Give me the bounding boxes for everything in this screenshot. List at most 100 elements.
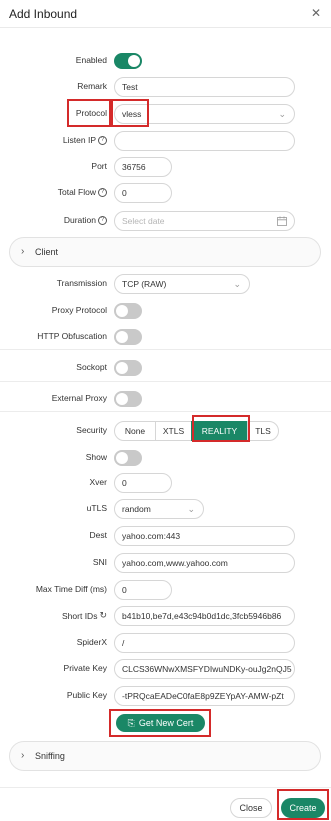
protocol-value-highlight <box>111 99 149 127</box>
divider <box>0 411 331 412</box>
help-icon: ? <box>98 135 107 145</box>
http-obfuscation-row: HTTP Obfuscation <box>0 327 331 347</box>
sniffing-section-label: Sniffing <box>35 751 65 761</box>
max-time-diff-label: Max Time Diff (ms) <box>35 584 107 594</box>
sni-row: SNI yahoo.com,www.yahoo.com <box>0 553 331 573</box>
security-option-xtls[interactable]: XTLS <box>155 421 192 441</box>
public-key-row: Public Key -tPRQcaEADeC0faE8p9ZEYpAY-AMW… <box>0 686 331 706</box>
create-highlight <box>277 789 329 820</box>
security-option-tls[interactable]: TLS <box>247 421 279 441</box>
security-row: Security None XTLS REALITY TLS <box>0 421 331 441</box>
total-flow-label: Total Flow? <box>58 187 107 197</box>
xver-label: Xver <box>89 477 107 487</box>
footer-divider <box>0 787 331 788</box>
spiderx-label: SpiderX <box>76 637 107 647</box>
enabled-toggle[interactable] <box>114 53 142 69</box>
duration-placeholder: Select date <box>122 216 165 226</box>
short-ids-label: Short IDs ↻ <box>62 610 107 621</box>
enabled-label: Enabled <box>75 55 107 65</box>
http-obfuscation-toggle[interactable] <box>114 329 142 345</box>
http-obfuscation-label: HTTP Obfuscation <box>37 331 107 341</box>
divider <box>0 349 331 350</box>
dest-input[interactable]: yahoo.com:443 <box>114 526 295 546</box>
short-ids-row: Short IDs ↻ b41b10,be7d,e43c94b0d1dc,3fcb… <box>0 606 331 626</box>
dialog-title: Add Inbound <box>9 7 78 21</box>
utls-value: random <box>122 504 151 514</box>
port-row: Port 36756 <box>0 157 331 177</box>
client-section-header[interactable]: › Client <box>9 237 321 267</box>
listen-ip-input[interactable] <box>114 131 295 151</box>
chevron-right-icon: › <box>21 246 25 257</box>
chevron-down-icon: ⌄ <box>187 504 195 514</box>
protocol-row: Protocol vless ⌄ <box>0 104 331 124</box>
security-label: Security <box>76 425 107 435</box>
external-proxy-toggle[interactable] <box>114 391 142 407</box>
sockopt-toggle[interactable] <box>114 360 142 376</box>
utls-label: uTLS <box>86 503 107 513</box>
sniffing-section-header[interactable]: › Sniffing <box>9 741 321 771</box>
spiderx-input[interactable]: / <box>114 633 295 653</box>
private-key-label: Private Key <box>63 663 107 673</box>
max-time-diff-row: Max Time Diff (ms) 0 <box>0 580 331 600</box>
sockopt-row: Sockopt <box>0 358 331 378</box>
short-ids-input[interactable]: b41b10,be7d,e43c94b0d1dc,3fcb5946b86 <box>114 606 295 626</box>
chevron-right-icon: › <box>21 750 25 761</box>
enabled-row: Enabled <box>0 51 331 71</box>
public-key-input[interactable]: -tPRQcaEADeC0faE8p9ZEYpAY-AMW-pZt <box>114 686 295 706</box>
help-icon: ? <box>98 215 107 225</box>
max-time-diff-input[interactable]: 0 <box>114 580 172 600</box>
duration-label: Duration? <box>64 215 107 225</box>
public-key-label: Public Key <box>66 690 107 700</box>
private-key-row: Private Key CLCS36WNwXMSFYDIwuNDKy-ouJg2… <box>0 659 331 679</box>
divider <box>0 381 331 382</box>
calendar-icon <box>277 216 287 226</box>
spiderx-row: SpiderX / <box>0 633 331 653</box>
protocol-label-highlight <box>67 99 111 127</box>
transmission-select[interactable]: TCP (RAW) ⌄ <box>114 274 250 294</box>
xver-row: Xver 0 <box>0 473 331 493</box>
refresh-icon[interactable]: ↻ <box>99 610 107 621</box>
sni-input[interactable]: yahoo.com,www.yahoo.com <box>114 553 295 573</box>
proxy-protocol-label: Proxy Protocol <box>51 305 107 315</box>
utls-select[interactable]: random ⌄ <box>114 499 204 519</box>
duration-row: Duration? Select date <box>0 211 331 231</box>
port-label: Port <box>91 161 107 171</box>
utls-row: uTLS random ⌄ <box>0 499 331 519</box>
proxy-protocol-row: Proxy Protocol <box>0 301 331 321</box>
chevron-down-icon: ⌄ <box>278 109 286 119</box>
sni-label: SNI <box>92 557 107 567</box>
xver-input[interactable]: 0 <box>114 473 172 493</box>
port-input[interactable]: 36756 <box>114 157 172 177</box>
show-row: Show <box>0 448 331 468</box>
total-flow-input[interactable]: 0 <box>114 183 172 203</box>
duration-date-picker[interactable]: Select date <box>114 211 295 231</box>
chevron-down-icon: ⌄ <box>233 279 241 289</box>
reality-highlight <box>192 415 250 442</box>
dialog-header: Add Inbound ✕ <box>0 0 331 28</box>
remark-row: Remark Test <box>0 77 331 97</box>
dest-row: Dest yahoo.com:443 <box>0 526 331 546</box>
transmission-value: TCP (RAW) <box>122 279 167 289</box>
listen-ip-label: Listen IP? <box>63 135 107 145</box>
remark-label: Remark <box>77 81 107 91</box>
transmission-label: Transmission <box>56 278 107 288</box>
private-key-input[interactable]: CLCS36WNwXMSFYDIwuNDKy-ouJg2nQJ5 <box>114 659 295 679</box>
get-new-cert-highlight <box>109 709 211 737</box>
close-button[interactable]: Close <box>230 798 272 818</box>
close-icon[interactable]: ✕ <box>311 7 321 19</box>
header-divider <box>0 27 331 28</box>
external-proxy-label: External Proxy <box>51 393 107 403</box>
sockopt-label: Sockopt <box>76 362 107 372</box>
show-toggle[interactable] <box>114 450 142 466</box>
remark-input[interactable]: Test <box>114 77 295 97</box>
help-icon: ? <box>98 187 107 197</box>
listen-ip-row: Listen IP? <box>0 131 331 151</box>
client-section-label: Client <box>35 247 59 257</box>
dest-label: Dest <box>89 530 107 540</box>
external-proxy-row: External Proxy <box>0 389 331 409</box>
transmission-row: Transmission TCP (RAW) ⌄ <box>0 274 331 294</box>
show-label: Show <box>85 452 107 462</box>
total-flow-row: Total Flow? 0 <box>0 183 331 203</box>
proxy-protocol-toggle[interactable] <box>114 303 142 319</box>
security-option-none[interactable]: None <box>114 421 156 441</box>
